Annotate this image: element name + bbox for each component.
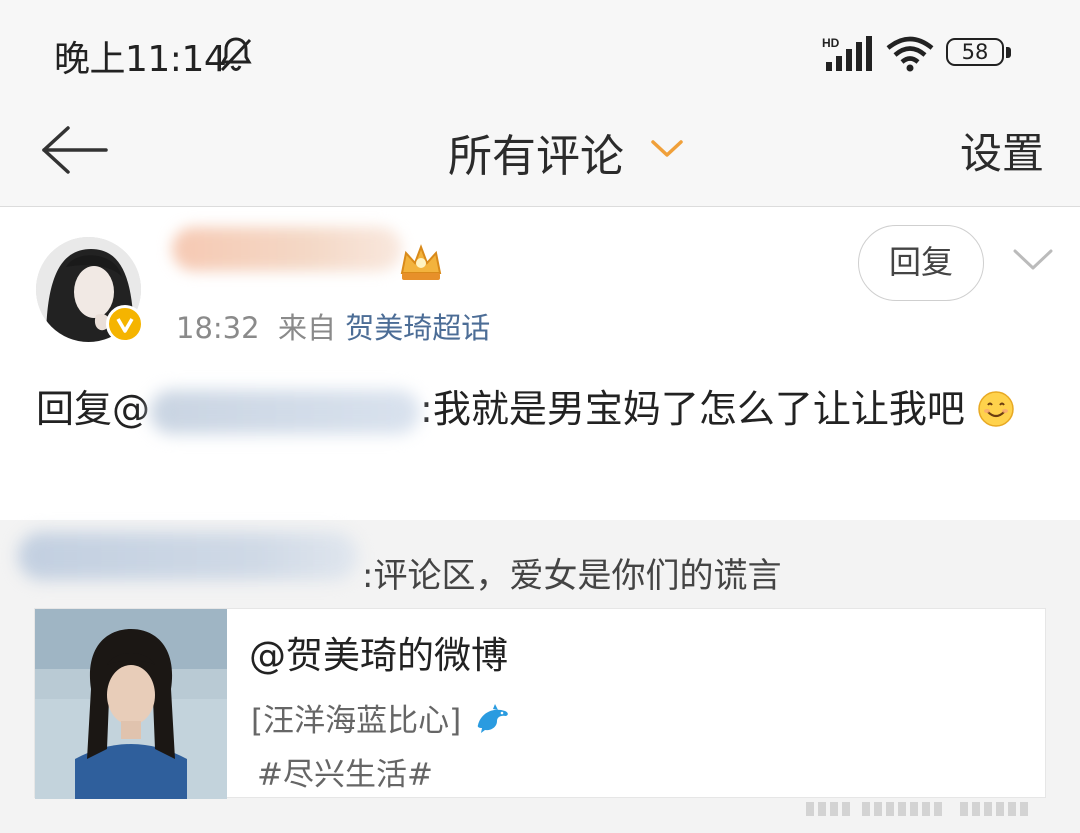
nav-bar: 所有评论 设置 bbox=[0, 100, 1080, 207]
linked-post-card[interactable]: @贺美琦的微博 [汪洋海蓝比心] #尽兴生活# bbox=[34, 608, 1046, 799]
mention-redacted[interactable] bbox=[150, 389, 421, 434]
comment-time: 18:32 bbox=[176, 311, 260, 345]
reply-button[interactable]: 回复 bbox=[858, 225, 984, 301]
linked-post-title: @贺美琦的微博 bbox=[249, 634, 508, 677]
comment-meta: 18:32 来自 贺美琦超话 bbox=[176, 305, 490, 347]
source-link[interactable]: 贺美琦超话 bbox=[345, 311, 490, 345]
signal-icon: HD bbox=[822, 36, 872, 71]
dolphin-icon bbox=[477, 704, 508, 733]
smile-emoji-icon bbox=[978, 391, 1014, 427]
bell-muted-icon bbox=[220, 37, 252, 72]
post-thumbnail bbox=[35, 609, 227, 799]
status-bar: 晚上11:14 HD 58 bbox=[0, 0, 1080, 100]
crown-badge-icon bbox=[400, 244, 442, 280]
quoted-user-redacted[interactable] bbox=[18, 532, 358, 580]
from-label: 来自 bbox=[278, 311, 337, 345]
page-title[interactable]: 所有评论 bbox=[448, 120, 624, 184]
verified-badge-icon bbox=[106, 305, 144, 343]
username-redacted[interactable] bbox=[172, 227, 402, 271]
comment-text: 回复@ :我就是男宝妈了怎么了让让我吧 bbox=[36, 379, 1046, 439]
back-arrow-icon[interactable] bbox=[38, 122, 110, 178]
more-chevron-icon[interactable] bbox=[1012, 247, 1054, 273]
quoted-section[interactable]: :评论区，爱女是你们的谎言 @贺美琦的微博 [汪洋海蓝比心] #尽兴生活# bbox=[0, 520, 1080, 833]
watermark-pattern bbox=[806, 802, 1028, 816]
wifi-icon bbox=[886, 36, 934, 72]
linked-post-hashtag[interactable]: #尽兴生活# bbox=[257, 749, 433, 794]
comment-body: :我就是男宝妈了怎么了让让我吧 bbox=[420, 387, 965, 431]
linked-post-line1: [汪洋海蓝比心] bbox=[251, 695, 511, 740]
reply-prefix: 回复@ bbox=[36, 387, 151, 431]
chevron-down-icon[interactable] bbox=[650, 138, 684, 160]
linked-post-emoji-text: [汪洋海蓝比心] bbox=[251, 703, 462, 739]
network-type-label: HD bbox=[822, 36, 840, 50]
status-time: 晚上11:14 bbox=[54, 39, 227, 80]
battery-icon: 58 bbox=[946, 38, 1012, 70]
settings-button[interactable]: 设置 bbox=[960, 120, 1044, 181]
comment-card: 18:32 来自 贺美琦超话 回复 回复@ :我就是男宝妈了怎么了让让我吧 bbox=[0, 207, 1080, 520]
quoted-text: :评论区，爱女是你们的谎言 bbox=[362, 556, 782, 596]
battery-level: 58 bbox=[946, 38, 1004, 66]
